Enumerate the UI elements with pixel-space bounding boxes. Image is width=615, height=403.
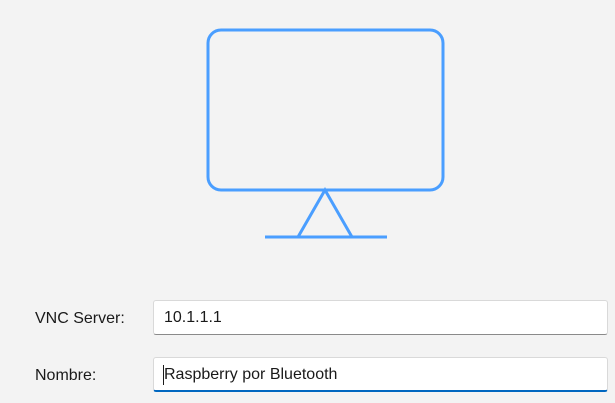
- name-label: Nombre:: [35, 367, 97, 384]
- name-input-value: Raspberry por Bluetooth: [164, 366, 338, 383]
- server-input-value: 10.1.1.1: [164, 309, 222, 326]
- monitor-icon: [206, 28, 445, 239]
- name-input[interactable]: Raspberry por Bluetooth: [153, 357, 608, 392]
- server-label: VNC Server:: [35, 310, 125, 327]
- monitor-illustration: [0, 0, 615, 260]
- monitor-stand: [295, 186, 355, 239]
- server-row: VNC Server: 10.1.1.1: [0, 300, 615, 336]
- monitor-screen: [206, 28, 445, 192]
- server-input[interactable]: 10.1.1.1: [153, 300, 608, 335]
- name-row: Nombre: Raspberry por Bluetooth: [0, 357, 615, 393]
